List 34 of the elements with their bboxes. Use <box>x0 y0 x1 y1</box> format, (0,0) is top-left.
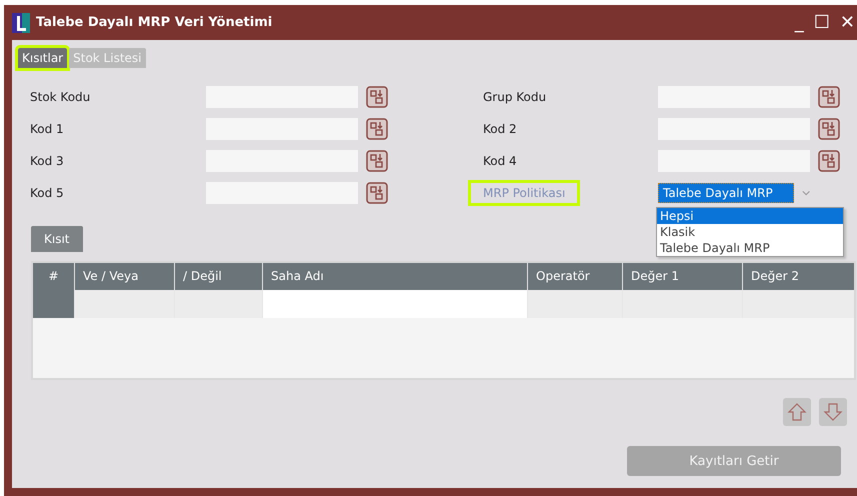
column-header: Saha Adı <box>263 263 527 290</box>
field-label: MRP Politikası <box>468 180 580 206</box>
minimize-button[interactable]: _ <box>792 14 806 32</box>
field-label: Kod 5 <box>30 186 65 200</box>
field-label: Kod 1 <box>30 122 65 136</box>
lookup-icon[interactable] <box>366 118 388 140</box>
column-header: Ve / Veya <box>75 263 174 290</box>
tab[interactable]: Kısıt <box>31 226 82 252</box>
column-header: # <box>33 263 74 290</box>
chevron-icon <box>802 190 810 196</box>
move-down-button[interactable] <box>819 398 847 426</box>
lookup-icon[interactable] <box>366 182 388 204</box>
field-label: Stok Kodu <box>30 90 92 104</box>
field-label: Kod 3 <box>30 154 65 168</box>
close-button[interactable]: ✕ <box>838 14 857 32</box>
field-label: Kod 4 <box>483 154 518 168</box>
maximize-button[interactable]: ☐ <box>812 14 832 32</box>
field-label: Kod 2 <box>483 122 518 136</box>
column-header: / Değil <box>175 263 262 290</box>
lookup-icon[interactable] <box>818 86 840 108</box>
column-header: Değer 2 <box>743 263 854 290</box>
tab[interactable]: Kısıtlar <box>18 48 68 68</box>
window-title: Talebe Dayalı MRP Veri Yönetimi <box>36 15 274 30</box>
lookup-icon[interactable] <box>818 118 840 140</box>
field-label: Grup Kodu <box>483 90 548 104</box>
lookup-icon[interactable] <box>366 86 388 108</box>
logo-icon <box>12 12 30 32</box>
lookup-icon[interactable] <box>366 150 388 172</box>
table-cell[interactable] <box>263 290 527 318</box>
row-header <box>33 290 74 318</box>
column-header: Değer 1 <box>623 263 742 290</box>
move-up-button[interactable] <box>783 398 811 426</box>
lookup-icon[interactable] <box>818 150 840 172</box>
column-header: Operatör <box>528 263 622 290</box>
